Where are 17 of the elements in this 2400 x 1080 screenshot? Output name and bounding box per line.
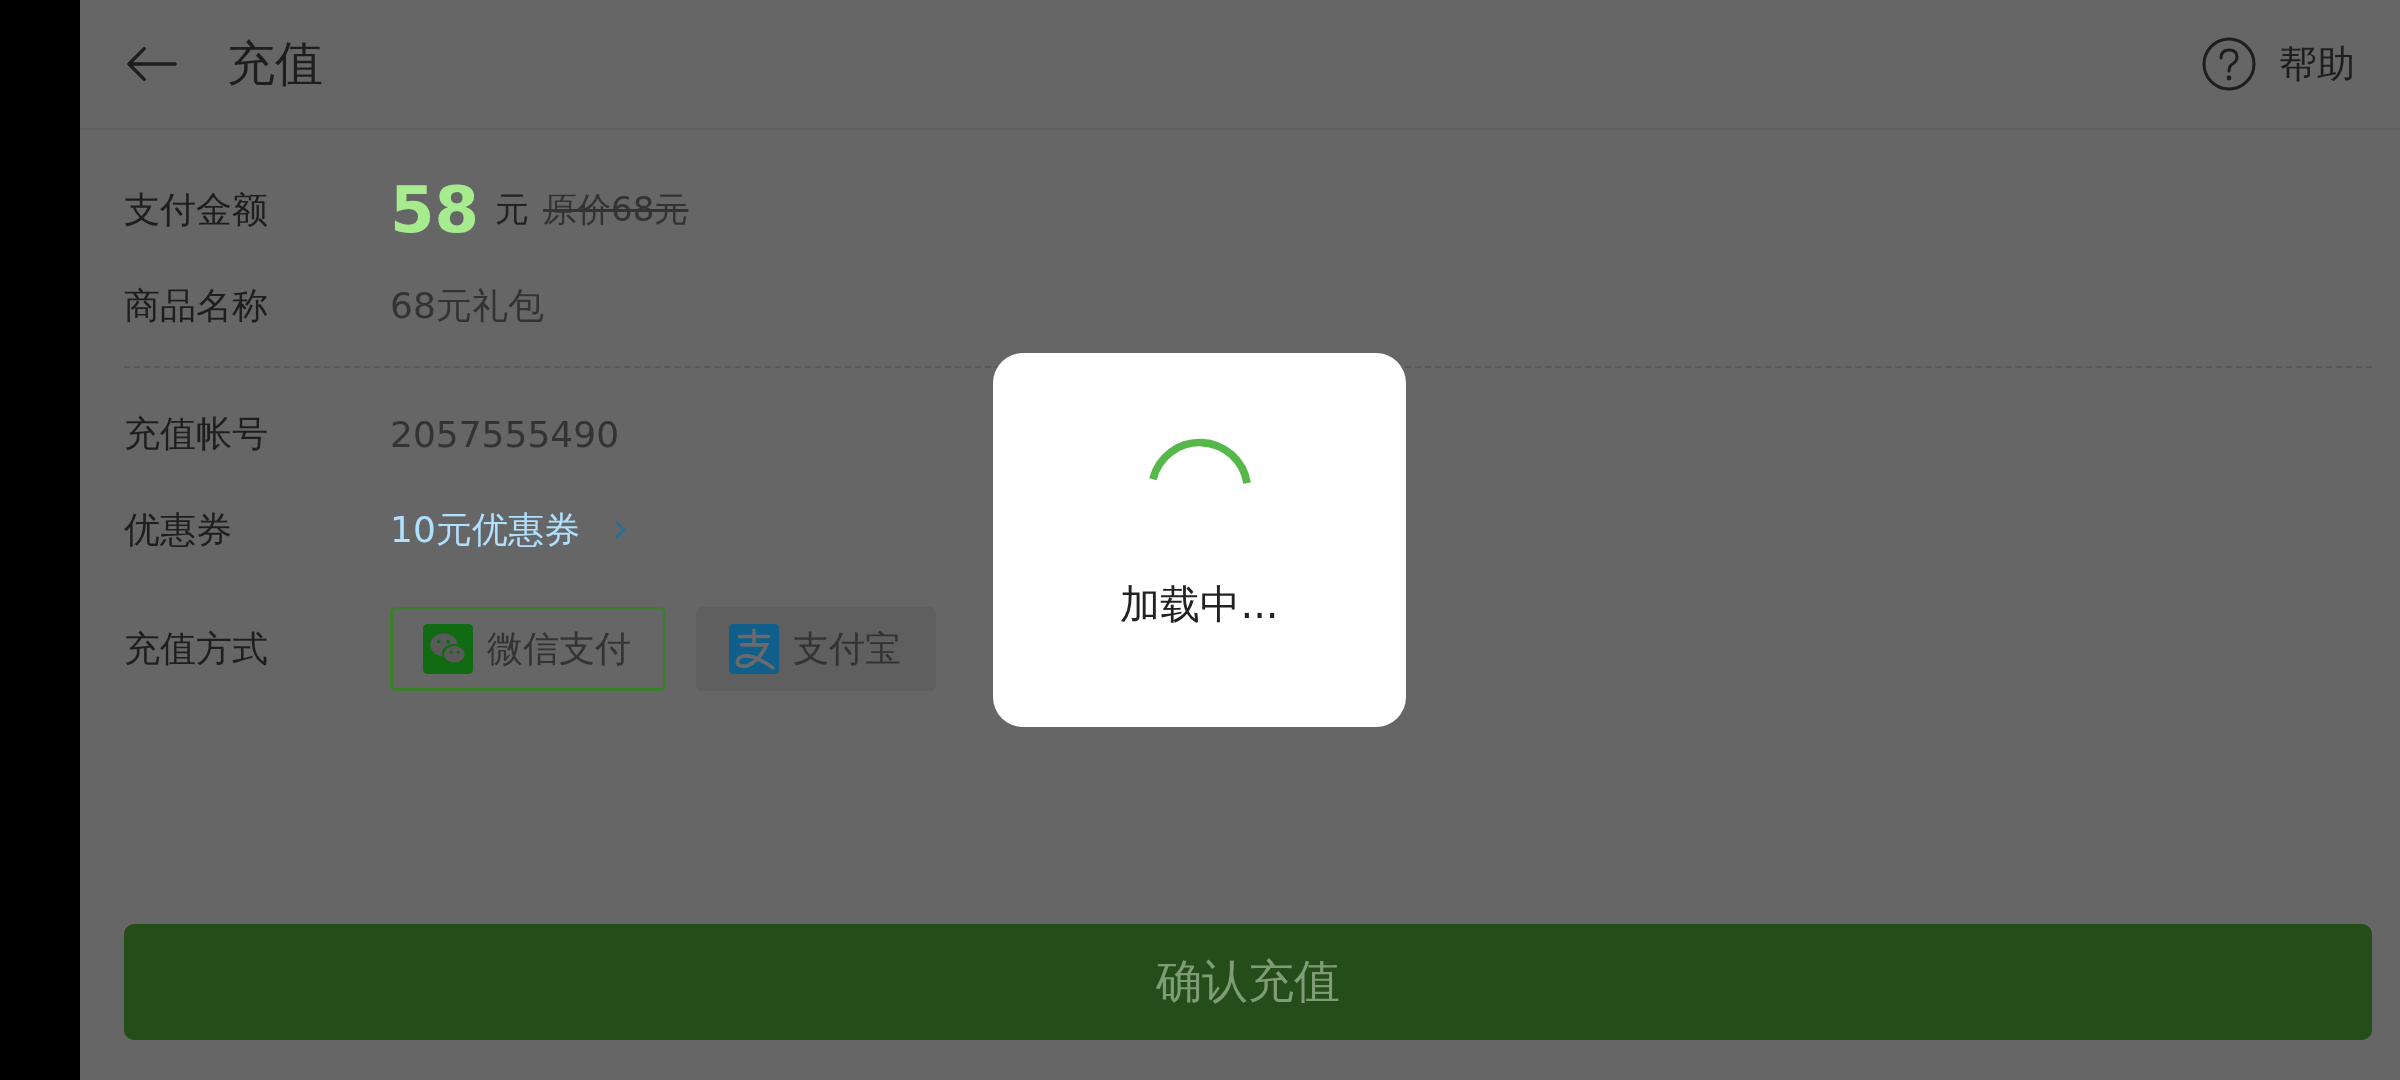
page-title: 充值 xyxy=(227,34,323,93)
chat-bubbles-icon xyxy=(423,624,473,674)
price-amount: 58 xyxy=(390,173,480,247)
coupon-link[interactable]: 10元优惠券 xyxy=(390,505,580,555)
field-label: 充值方式 xyxy=(124,626,269,671)
spinner-icon xyxy=(1146,437,1253,485)
help-icon[interactable] xyxy=(2201,36,2257,92)
confirm-button[interactable]: 确认充值 xyxy=(124,924,2372,1040)
help-link[interactable]: 帮助 xyxy=(2279,38,2355,90)
price-unit: 元 xyxy=(495,188,530,231)
field-label: 支付金额 xyxy=(124,187,269,232)
loading-text: 加载中... xyxy=(1120,580,1279,629)
field-label: 充值帐号 xyxy=(124,411,269,456)
back-icon[interactable] xyxy=(125,44,179,84)
field-label: 优惠券 xyxy=(124,507,233,552)
field-label: 商品名称 xyxy=(124,283,269,328)
alipay-logo-icon xyxy=(729,624,779,674)
